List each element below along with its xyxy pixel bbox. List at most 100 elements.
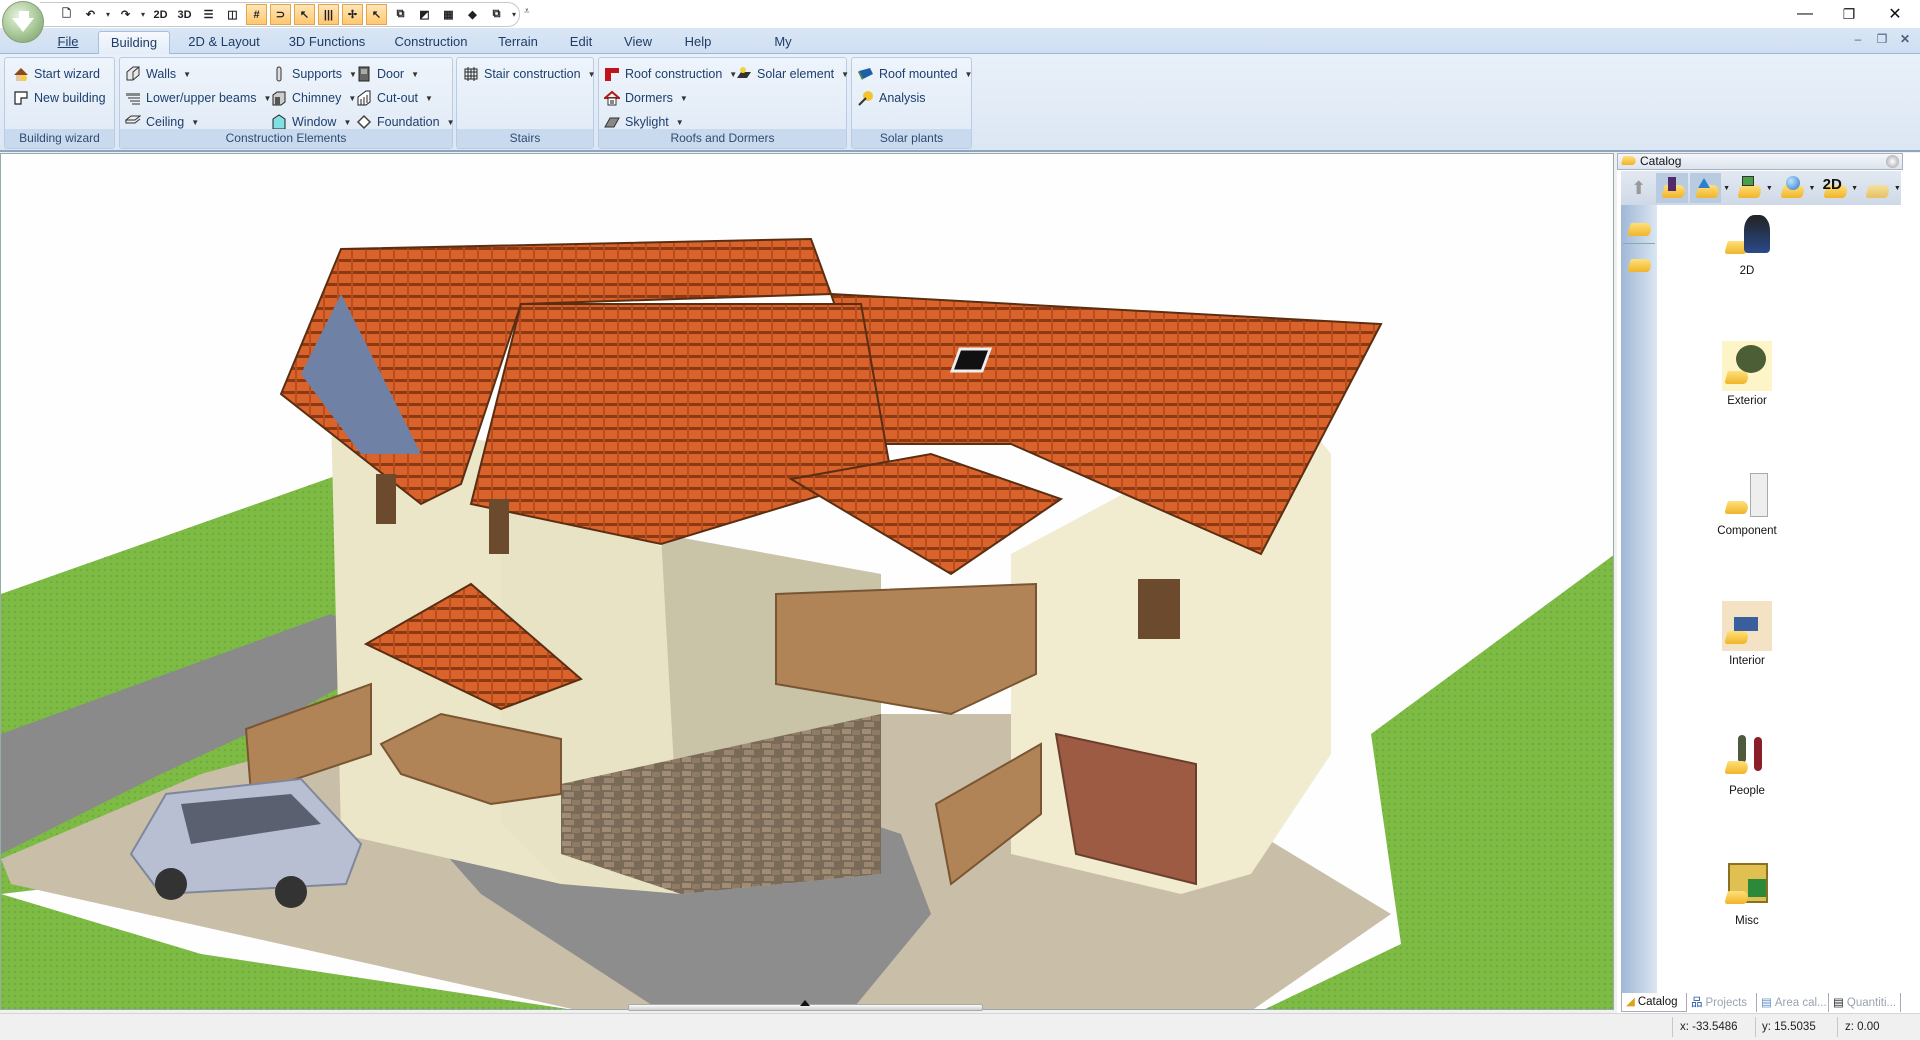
catalog-filter-button[interactable] xyxy=(1627,211,1653,237)
roof-mounted-button[interactable]: Roof mounted ▼ xyxy=(858,64,972,84)
cut-out-button[interactable]: Cut-out ▼ xyxy=(356,88,433,108)
redo-button[interactable]: ↷ xyxy=(115,4,136,25)
pointer-button[interactable]: ↖ xyxy=(366,4,387,25)
dormers-button[interactable]: Dormers ▼ xyxy=(602,88,688,108)
vertical-lines-icon: ||| xyxy=(323,8,334,21)
tab-label: Projects xyxy=(1705,996,1748,1009)
mdi-minimize-button[interactable]: – xyxy=(1848,32,1868,46)
folder-glyph xyxy=(1724,761,1750,774)
view-3d-button[interactable]: 3D xyxy=(174,4,195,25)
group-label: Roofs and Dormers xyxy=(599,129,846,148)
door-button[interactable]: Door ▼ xyxy=(356,64,419,84)
split-horizontal-button[interactable]: ☰ xyxy=(198,4,219,25)
tab-terrain[interactable]: Terrain xyxy=(496,31,540,54)
chevron-down-icon[interactable]: ▾ xyxy=(104,10,112,19)
roof-construction-button[interactable]: Roof construction ▼ xyxy=(604,64,737,84)
tab-building[interactable]: Building xyxy=(98,31,170,54)
tab-quantities[interactable]: ▤ Quantiti... xyxy=(1829,993,1901,1012)
minimize-button[interactable]: — xyxy=(1782,0,1828,28)
chevron-down-icon[interactable]: ▼ xyxy=(1851,185,1858,192)
catalog-globe-button[interactable] xyxy=(1775,173,1806,203)
select-cursor-button[interactable]: ↖ xyxy=(294,4,315,25)
chevron-down-icon[interactable]: ▾ xyxy=(510,10,518,19)
catalog-folder-button[interactable] xyxy=(1627,249,1653,275)
tab-file[interactable]: File xyxy=(56,31,80,54)
application-menu-button[interactable] xyxy=(2,1,44,43)
tab-view[interactable]: View xyxy=(624,31,652,54)
transform-button[interactable]: ⧉ xyxy=(390,4,411,25)
catalog-item-interior[interactable]: Interior xyxy=(1697,601,1797,667)
roof-window xyxy=(949,347,993,373)
tab-3d-functions[interactable]: 3D Functions xyxy=(288,31,366,54)
chimney-icon xyxy=(271,90,287,106)
catalog-item-people[interactable]: People xyxy=(1697,731,1797,797)
chevron-down-icon: ▼ xyxy=(841,69,850,79)
new-doc-button[interactable]: 🗋 xyxy=(56,4,77,25)
ceiling-icon xyxy=(124,114,142,130)
chevron-down-icon[interactable]: ▼ xyxy=(1808,185,1815,192)
restore-button[interactable]: ❐ xyxy=(1826,0,1872,28)
tab-my-ashampoo[interactable]: My Ashampoo xyxy=(742,31,824,71)
catalog-item-exterior[interactable]: Exterior xyxy=(1697,341,1797,407)
start-wizard-button[interactable]: Start wizard xyxy=(13,64,100,84)
catalog-up-button[interactable]: ⬆ xyxy=(1623,173,1654,203)
chimney-button[interactable]: Chimney ▼ xyxy=(271,88,356,108)
copy-button[interactable]: ⧉ xyxy=(486,4,507,25)
snap-point-button[interactable]: ✢ xyxy=(342,4,363,25)
analysis-button[interactable]: Analysis xyxy=(858,88,926,108)
customize-quick-access-button[interactable]: ⩡ xyxy=(524,6,530,17)
close-button[interactable]: ✕ xyxy=(1872,0,1918,28)
catalog-misc-icon xyxy=(1865,185,1892,198)
catalog-item-misc[interactable]: Misc xyxy=(1697,861,1797,927)
undo-button[interactable]: ↶ xyxy=(80,4,101,25)
catalog-toolbar: ⬆ ▼ ▼ ▼ 2D ▼ ▼ xyxy=(1621,171,1901,205)
tab-help[interactable]: Help xyxy=(684,31,712,54)
tab-catalog[interactable]: ◢ Catalog xyxy=(1621,993,1687,1012)
supports-button[interactable]: Supports ▼ xyxy=(271,64,357,84)
chevron-down-icon[interactable]: ▼ xyxy=(1766,185,1773,192)
pin-icon[interactable] xyxy=(1886,155,1899,168)
view-2d-button[interactable]: 2D xyxy=(150,4,171,25)
horizontal-scrollbar[interactable] xyxy=(628,1000,983,1011)
mdi-close-button[interactable]: ✕ xyxy=(1895,32,1915,46)
tab-area-calculation[interactable]: ▤ Area cal... xyxy=(1757,993,1829,1012)
tab-2d-layout[interactable]: 2D & Layout xyxy=(186,31,262,54)
texture-red-button[interactable]: ◩ xyxy=(414,4,435,25)
grid-button[interactable]: # xyxy=(246,4,267,25)
magnet-button[interactable]: ⊃ xyxy=(270,4,291,25)
catalog-item-2d[interactable]: 2D xyxy=(1697,211,1797,277)
chevron-down-icon[interactable]: ▼ xyxy=(1894,185,1901,192)
redo-icon: ↷ xyxy=(120,9,131,21)
catalog-sidebar xyxy=(1621,205,1657,995)
tab-projects[interactable]: 品 Projects xyxy=(1687,993,1757,1012)
texture-pattern-button[interactable]: ▦ xyxy=(438,4,459,25)
door-glyph xyxy=(1750,473,1768,517)
beams-button[interactable]: Lower/upper beams ▼ xyxy=(125,88,271,108)
catalog-bottom-tabs: ◢ Catalog 品 Projects ▤ Area cal... ▤ Quantit… xyxy=(1621,993,1901,1013)
tab-construction[interactable]: Construction xyxy=(394,31,468,54)
catalog-doors-button[interactable] xyxy=(1656,173,1688,203)
chevron-down-icon: ▼ xyxy=(587,69,596,79)
catalog-item-component[interactable]: Component xyxy=(1697,471,1797,537)
new-building-button[interactable]: New building xyxy=(13,88,106,108)
folder-glyph xyxy=(1724,501,1750,514)
status-divider xyxy=(1755,1017,1756,1037)
chevron-down-icon: ▼ xyxy=(679,93,688,103)
scroll-marker-icon[interactable] xyxy=(800,1000,810,1006)
tab-edit[interactable]: Edit xyxy=(568,31,594,54)
3d-viewport[interactable] xyxy=(0,153,1614,1010)
catalog-2d-button[interactable]: 2D xyxy=(1818,173,1849,203)
solar-panel-button[interactable]: ◆ xyxy=(462,4,483,25)
chevron-down-icon[interactable]: ▾ xyxy=(139,10,147,19)
catalog-misc-button[interactable] xyxy=(1860,173,1892,203)
vertical-lines-button[interactable]: ||| xyxy=(318,4,339,25)
pointer-icon: ↖ xyxy=(371,9,382,21)
chevron-down-icon[interactable]: ▼ xyxy=(1723,185,1730,192)
mdi-restore-button[interactable]: ❐ xyxy=(1872,32,1892,46)
split-vertical-button[interactable]: ◫ xyxy=(222,4,243,25)
solar-element-button[interactable]: Solar element ▼ xyxy=(736,64,849,84)
catalog-textures-button[interactable] xyxy=(1732,173,1764,203)
stair-construction-button[interactable]: Stair construction ▼ xyxy=(463,64,596,84)
catalog-objects-button[interactable] xyxy=(1689,173,1721,203)
walls-button[interactable]: Walls ▼ xyxy=(125,64,191,84)
